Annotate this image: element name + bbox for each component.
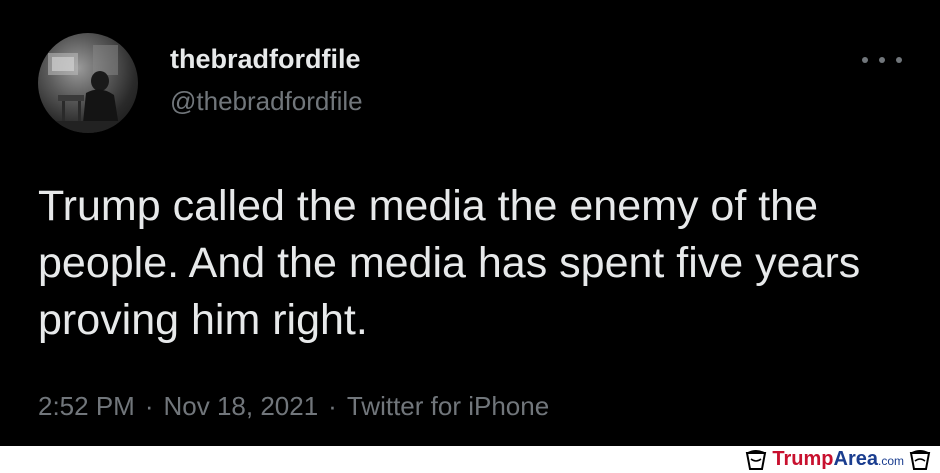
meta-separator: · bbox=[144, 391, 154, 421]
tweet-source[interactable]: Twitter for iPhone bbox=[347, 391, 549, 421]
brand-wordmark: TrumpArea.com bbox=[772, 448, 904, 471]
brand-com: .com bbox=[877, 454, 904, 468]
brand-area: Area bbox=[833, 448, 878, 470]
tweet-text: Trump called the media the enemy of the … bbox=[38, 182, 861, 344]
avatar[interactable] bbox=[38, 33, 138, 133]
tweet-meta: 2:52 PM · Nov 18, 2021 · Twitter for iPhone bbox=[38, 391, 549, 422]
more-dot bbox=[896, 57, 902, 63]
brand-trump: Trump bbox=[772, 448, 834, 470]
tweet-date[interactable]: Nov 18, 2021 bbox=[164, 391, 319, 421]
brand-logo[interactable]: TrumpArea.com bbox=[744, 447, 932, 472]
tweet-time[interactable]: 2:52 PM bbox=[38, 391, 135, 421]
display-name[interactable]: thebradfordfile bbox=[170, 44, 361, 75]
user-handle[interactable]: @thebradfordfile bbox=[170, 86, 363, 117]
cup-right-icon bbox=[909, 449, 931, 470]
tweet-card: thebradfordfile @thebradfordfile Trump c… bbox=[0, 0, 940, 446]
footer-bar: TrumpArea.com bbox=[0, 446, 940, 473]
more-dot bbox=[862, 57, 868, 63]
avatar-photo bbox=[38, 45, 138, 133]
meta-separator: · bbox=[328, 391, 337, 421]
cup-left-icon bbox=[746, 449, 767, 470]
more-horizontal-icon[interactable] bbox=[862, 50, 902, 70]
more-dot bbox=[879, 57, 885, 63]
